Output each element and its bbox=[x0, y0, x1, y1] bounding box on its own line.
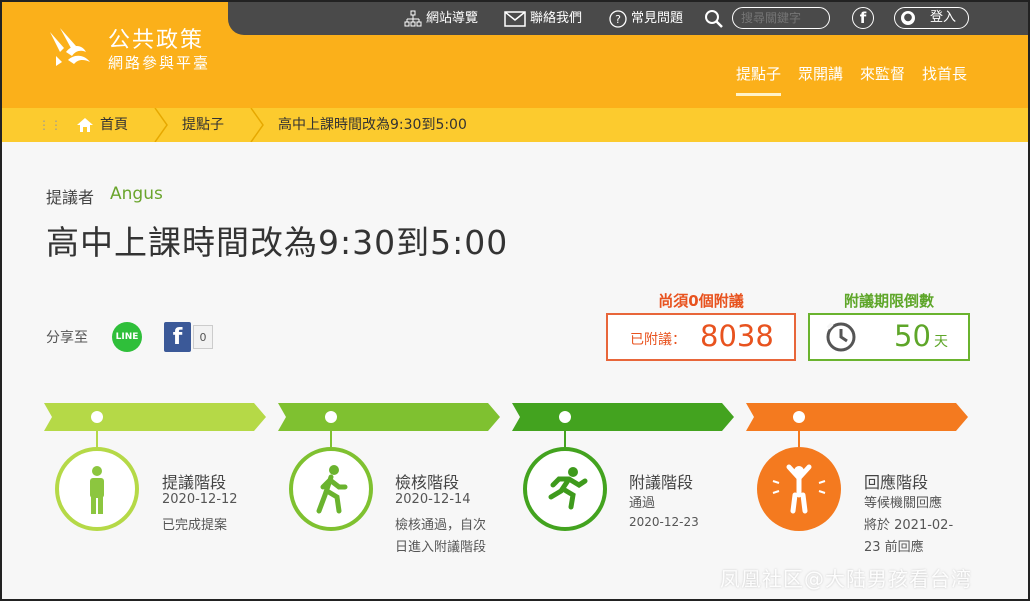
stage-marker bbox=[91, 411, 103, 423]
clock-icon bbox=[826, 322, 856, 352]
breadcrumb-current: 高中上課時間改為9:30到5:00 bbox=[278, 117, 467, 133]
stage-status-review-2: 日進入附議階段 bbox=[395, 540, 487, 555]
nav-tab-mayor[interactable]: 找首長 bbox=[922, 63, 967, 84]
stage-date-propose: 2020-12-12 bbox=[162, 492, 238, 507]
signatures-needed-label: 尚須0個附議 bbox=[658, 292, 744, 310]
site-header: 公共政策 網路參與平臺 網站導覽 聯絡我們 ? 常見問題 搜尋關鍵字 f ● 登… bbox=[2, 2, 1028, 108]
countdown-box: 50 天 bbox=[808, 313, 970, 361]
breadcrumb-separator bbox=[250, 108, 264, 142]
stage-deadline-response-2: 23 前回應 bbox=[864, 540, 924, 555]
watermark: 凤凰社区@大陆男孩看台湾 bbox=[720, 567, 972, 591]
countdown-label: 附議期限倒數 bbox=[843, 292, 934, 310]
signed-label: 已附議： bbox=[630, 332, 686, 348]
stage-title-response: 回應階段 bbox=[864, 473, 929, 492]
stage-arrow-cosign bbox=[512, 403, 734, 431]
question-icon: ? bbox=[609, 10, 627, 28]
site-subtitle: 網路參與平臺 bbox=[108, 54, 211, 72]
stage-connector bbox=[330, 431, 332, 447]
stage-status-response: 等候機關回應 bbox=[864, 496, 943, 511]
sitemap-link[interactable]: 網站導覽 bbox=[404, 8, 478, 30]
stage-arrow-propose bbox=[44, 403, 266, 431]
stage-connector bbox=[798, 431, 800, 447]
nav-tab-monitor[interactable]: 來監督 bbox=[860, 63, 905, 84]
stage-circle-cosign bbox=[523, 447, 607, 531]
contact-link[interactable]: 聯絡我們 bbox=[504, 8, 582, 30]
days-remaining: 50 bbox=[894, 319, 931, 353]
stage-title-propose: 提議階段 bbox=[162, 473, 227, 492]
stage-circle-review bbox=[289, 447, 373, 531]
contact-label: 聯絡我們 bbox=[530, 11, 583, 26]
mail-icon bbox=[504, 11, 526, 27]
faq-label: 常見問題 bbox=[631, 11, 684, 26]
share-label: 分享至 bbox=[46, 330, 88, 346]
search-input[interactable] bbox=[732, 7, 830, 29]
proposer-name: Angus bbox=[110, 184, 163, 204]
breadcrumb-home[interactable]: 首頁 bbox=[100, 108, 128, 142]
top-utility-bar: 網站導覽 聯絡我們 ? 常見問題 f bbox=[228, 2, 1028, 35]
stage-arrow-review bbox=[278, 403, 500, 431]
stage-circle-propose bbox=[55, 447, 139, 531]
faq-link[interactable]: ? 常見問題 bbox=[609, 8, 683, 30]
stage-status-review: 檢核通過，自次 bbox=[395, 518, 487, 533]
home-icon[interactable] bbox=[76, 117, 94, 133]
signed-count: 8038 bbox=[700, 319, 774, 353]
stage-status-cosign: 通過 bbox=[629, 496, 656, 511]
nav-tab-propose[interactable]: 提點子 bbox=[736, 63, 782, 96]
cheering-person-icon bbox=[772, 464, 826, 514]
stage-title-review: 檢核階段 bbox=[395, 473, 460, 492]
sitemap-icon bbox=[404, 10, 422, 27]
site-logo-icon[interactable] bbox=[46, 22, 94, 70]
stage-deadline-response: 將於 2021-02- bbox=[864, 518, 954, 533]
nav-tab-discuss[interactable]: 眾開講 bbox=[798, 63, 843, 84]
standing-person-icon bbox=[90, 466, 104, 514]
stage-marker bbox=[793, 411, 805, 423]
signature-count-box: 已附議： 8038 bbox=[606, 313, 796, 361]
page-frame: 公共政策 網路參與平臺 網站導覽 聯絡我們 ? 常見問題 搜尋關鍵字 f ● 登… bbox=[0, 0, 1030, 601]
sitemap-label: 網站導覽 bbox=[426, 11, 479, 26]
user-icon: ● bbox=[901, 11, 915, 25]
site-title[interactable]: 公共政策 bbox=[108, 22, 204, 54]
proposal-title: 高中上課時間改為9:30到5:00 bbox=[46, 223, 509, 262]
stage-marker bbox=[559, 411, 571, 423]
stage-arrow-response bbox=[746, 403, 968, 431]
login-button[interactable]: ● 登入 bbox=[894, 7, 969, 29]
facebook-share-count: 0 bbox=[193, 325, 213, 349]
search-icon[interactable] bbox=[704, 9, 724, 29]
breadcrumb-propose[interactable]: 提點子 bbox=[182, 108, 224, 142]
stage-date-review: 2020-12-14 bbox=[395, 492, 471, 507]
stage-marker bbox=[325, 411, 337, 423]
days-unit: 天 bbox=[934, 334, 948, 350]
stage-circle-response bbox=[757, 447, 841, 531]
breadcrumb: ⋮⋮ 首頁 提點子 高中上課時間改為9:30到5:00 bbox=[2, 108, 1028, 142]
running-person-icon bbox=[548, 467, 588, 510]
stage-title-cosign: 附議階段 bbox=[629, 473, 694, 492]
stage-connector bbox=[564, 431, 566, 447]
stage-date-cosign: 2020-12-23 bbox=[629, 515, 699, 529]
breadcrumb-separator bbox=[154, 108, 168, 142]
stage-connector bbox=[96, 431, 98, 447]
facebook-share-icon[interactable]: f bbox=[164, 322, 191, 352]
proposer-label: 提議者 bbox=[46, 188, 95, 207]
line-share-icon[interactable]: LINE bbox=[112, 322, 142, 352]
facebook-icon[interactable]: f bbox=[852, 7, 874, 29]
svg-text:?: ? bbox=[615, 13, 621, 26]
walking-person-icon bbox=[316, 465, 348, 514]
login-label: 登入 bbox=[929, 10, 956, 25]
grid-menu-icon[interactable]: ⋮⋮ bbox=[38, 108, 62, 142]
stage-status-propose: 已完成提案 bbox=[162, 518, 228, 533]
